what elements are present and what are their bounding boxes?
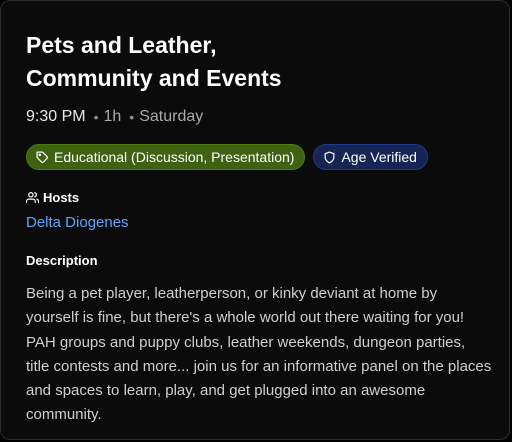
meta-separator: • [129,109,135,125]
shield-icon [325,150,335,164]
event-meta: 9:30 PM • 1h • Saturday [26,107,484,127]
category-badge-label: Educational (Discussion, Presentation) [54,149,295,165]
event-title: Pets and Leather, Community and Events [26,32,282,91]
tag-icon [36,150,49,163]
age-verified-badge: Age Verified [313,144,428,170]
event-duration: 1h [103,108,122,125]
event-card: Pets and Leather, Community and Events 9… [0,0,510,440]
description-heading: Description [26,253,98,268]
badge-row: Educational (Discussion, Presentation) A… [26,144,484,170]
hosts-heading: Hosts [26,190,484,205]
category-badge: Educational (Discussion, Presentation) [26,144,306,170]
host-link-delta-diogenes[interactable]: Delta Diogenes [26,214,484,231]
event-time: 9:30 PM [26,108,86,125]
age-verified-label: Age Verified [341,149,417,165]
users-icon [26,192,39,203]
meta-separator: • [93,109,99,125]
hosts-label: Hosts [43,190,80,205]
description-text: Being a pet player, leatherperson, or ki… [26,285,492,424]
event-day: Saturday [139,108,204,125]
